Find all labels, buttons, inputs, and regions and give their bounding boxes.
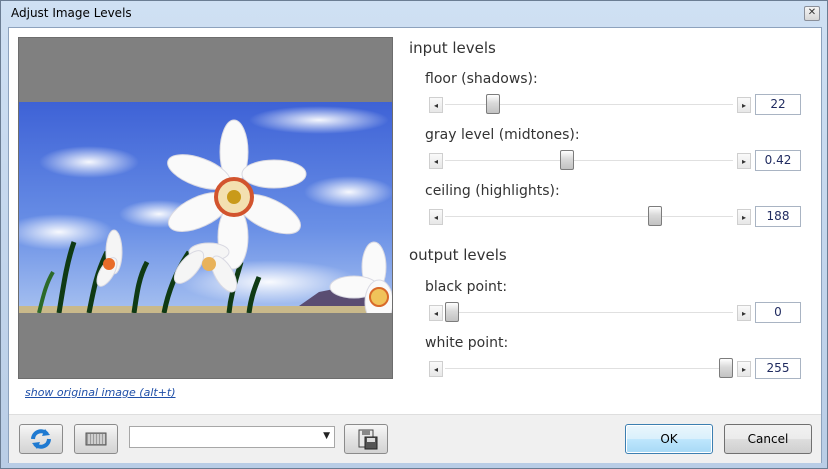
ceiling-label: ceiling (highlights): bbox=[425, 183, 560, 199]
ceiling-value[interactable]: 188 bbox=[755, 206, 801, 227]
black-point-thumb[interactable] bbox=[445, 302, 459, 322]
ceiling-slider[interactable]: ◂ ▸ bbox=[429, 206, 751, 228]
right-arrow-icon: ▸ bbox=[741, 157, 746, 166]
save-icon bbox=[358, 429, 378, 450]
slider-track bbox=[445, 160, 733, 161]
floor-right-arrow[interactable]: ▸ bbox=[737, 97, 751, 113]
right-arrow-icon: ▸ bbox=[741, 101, 746, 110]
window-title: Adjust Image Levels bbox=[11, 6, 132, 20]
floor-label: floor (shadows): bbox=[425, 71, 538, 87]
gray-right-arrow[interactable]: ▸ bbox=[737, 153, 751, 169]
right-arrow-icon: ▸ bbox=[741, 213, 746, 222]
right-arrow-icon: ▸ bbox=[741, 365, 746, 374]
dialog-body: show original image (alt+t) input levels… bbox=[8, 27, 822, 463]
title-bar: Adjust Image Levels ✕ bbox=[1, 1, 827, 25]
left-arrow-icon: ◂ bbox=[433, 213, 438, 222]
floor-slider[interactable]: ◂ ▸ bbox=[429, 94, 751, 116]
close-icon: ✕ bbox=[807, 7, 817, 18]
histogram-icon bbox=[85, 432, 107, 446]
output-levels-heading: output levels bbox=[409, 246, 507, 264]
left-arrow-icon: ◂ bbox=[433, 101, 438, 110]
auto-levels-button[interactable] bbox=[74, 424, 118, 454]
input-levels-heading: input levels bbox=[409, 39, 496, 57]
gray-level-thumb[interactable] bbox=[560, 150, 575, 170]
white-left-arrow[interactable]: ◂ bbox=[429, 361, 443, 377]
cancel-button[interactable]: Cancel bbox=[724, 424, 812, 454]
gray-level-value[interactable]: 0.42 bbox=[755, 150, 801, 171]
floor-left-arrow[interactable]: ◂ bbox=[429, 97, 443, 113]
slider-track bbox=[445, 368, 733, 369]
black-point-label: black point: bbox=[425, 279, 508, 295]
white-point-label: white point: bbox=[425, 335, 509, 351]
refresh-icon bbox=[31, 429, 51, 449]
white-point-slider[interactable]: ◂ ▸ bbox=[429, 358, 751, 380]
close-button[interactable]: ✕ bbox=[804, 6, 820, 21]
floor-thumb[interactable] bbox=[486, 94, 501, 114]
right-arrow-icon: ▸ bbox=[741, 309, 746, 318]
ceiling-right-arrow[interactable]: ▸ bbox=[737, 209, 751, 225]
slider-track bbox=[445, 216, 733, 217]
reset-button[interactable] bbox=[19, 424, 63, 454]
preview-photo bbox=[19, 102, 392, 313]
ok-button[interactable]: OK bbox=[625, 424, 713, 454]
image-preview bbox=[18, 37, 393, 379]
white-point-thumb[interactable] bbox=[719, 358, 733, 378]
black-point-value[interactable]: 0 bbox=[755, 302, 801, 323]
white-point-value[interactable]: 255 bbox=[755, 358, 801, 379]
chevron-down-icon: ▼ bbox=[323, 431, 330, 441]
gray-level-label: gray level (midtones): bbox=[425, 127, 580, 143]
left-arrow-icon: ◂ bbox=[433, 309, 438, 318]
left-arrow-icon: ◂ bbox=[433, 157, 438, 166]
dialog-footer: ▼ OK Cancel bbox=[9, 414, 821, 463]
slider-track bbox=[445, 312, 733, 313]
ceiling-left-arrow[interactable]: ◂ bbox=[429, 209, 443, 225]
gray-level-slider[interactable]: ◂ ▸ bbox=[429, 150, 751, 172]
save-preset-button[interactable] bbox=[344, 424, 388, 454]
black-left-arrow[interactable]: ◂ bbox=[429, 305, 443, 321]
adjust-levels-dialog: Adjust Image Levels ✕ show original imag… bbox=[0, 0, 828, 469]
preset-dropdown[interactable]: ▼ bbox=[129, 426, 335, 448]
ceiling-thumb[interactable] bbox=[647, 206, 662, 226]
white-right-arrow[interactable]: ▸ bbox=[737, 361, 751, 377]
show-original-link[interactable]: show original image (alt+t) bbox=[25, 386, 176, 399]
black-point-slider[interactable]: ◂ ▸ bbox=[429, 302, 751, 324]
black-right-arrow[interactable]: ▸ bbox=[737, 305, 751, 321]
gray-left-arrow[interactable]: ◂ bbox=[429, 153, 443, 169]
left-arrow-icon: ◂ bbox=[433, 365, 438, 374]
floor-value[interactable]: 22 bbox=[755, 94, 801, 115]
